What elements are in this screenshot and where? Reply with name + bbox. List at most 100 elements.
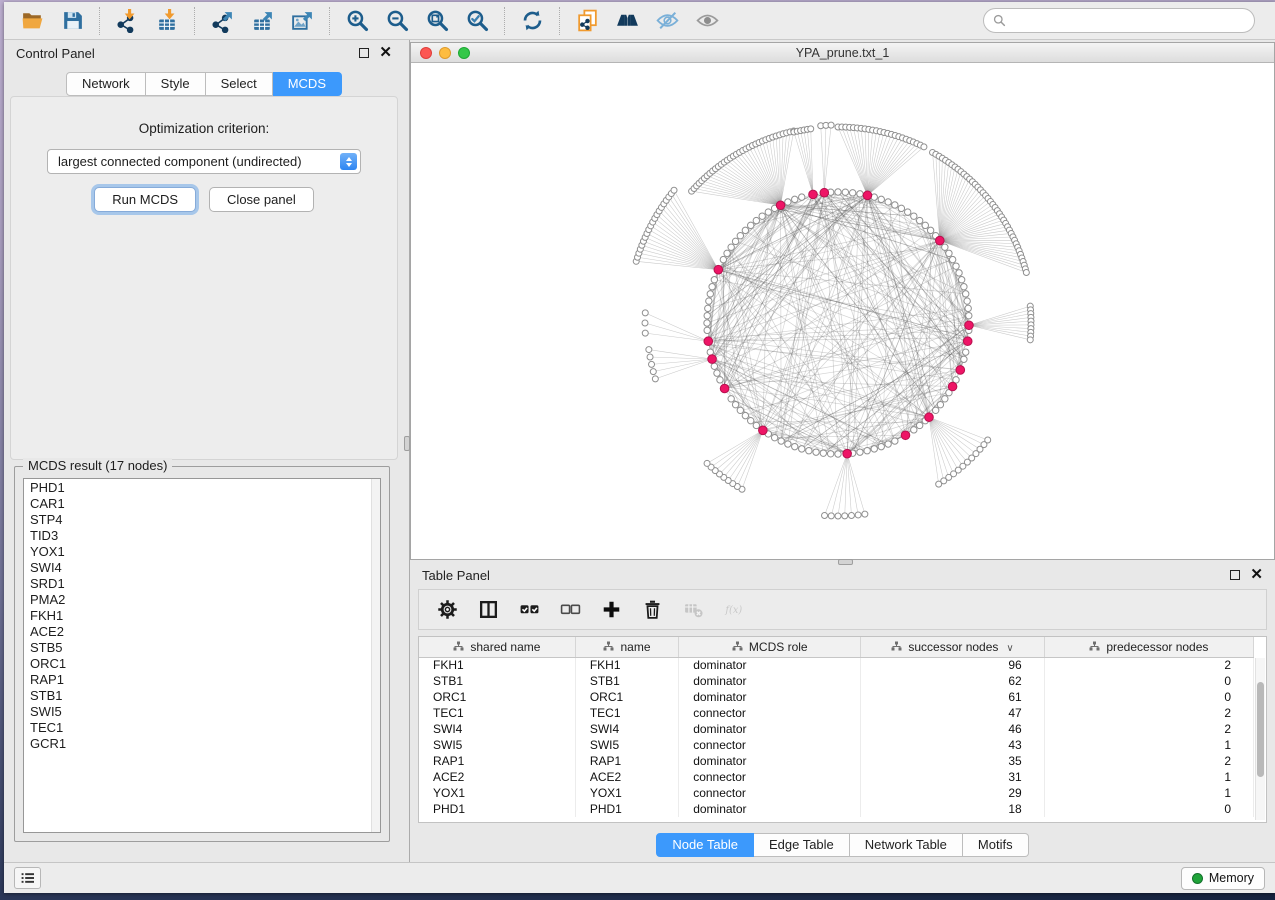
mcds-result-item[interactable]: SRD1 bbox=[25, 576, 370, 592]
network-leaf-node[interactable] bbox=[936, 481, 942, 487]
hide-graphics-details-button[interactable] bbox=[647, 5, 687, 37]
mcds-result-list[interactable]: PHD1CAR1STP4TID3YOX1SWI4SRD1PMA2FKH1ACE2… bbox=[23, 478, 381, 833]
network-node[interactable] bbox=[965, 305, 971, 311]
mcds-result-item[interactable]: FKH1 bbox=[25, 608, 370, 624]
import-table-button[interactable] bbox=[147, 5, 187, 37]
network-dominator-node[interactable] bbox=[936, 236, 945, 245]
network-node[interactable] bbox=[785, 199, 791, 205]
network-leaf-node[interactable] bbox=[828, 513, 834, 519]
network-dominator-node[interactable] bbox=[863, 191, 872, 200]
network-node[interactable] bbox=[937, 401, 943, 407]
network-node[interactable] bbox=[704, 327, 710, 333]
network-node[interactable] bbox=[932, 407, 938, 413]
network-leaf-node[interactable] bbox=[650, 369, 656, 375]
network-dominator-node[interactable] bbox=[720, 384, 729, 393]
network-node[interactable] bbox=[706, 298, 712, 304]
network-leaf-node[interactable] bbox=[921, 144, 927, 150]
network-leaf-node[interactable] bbox=[855, 512, 861, 518]
network-node[interactable] bbox=[857, 191, 863, 197]
network-leaf-node[interactable] bbox=[848, 513, 854, 519]
network-node[interactable] bbox=[864, 448, 870, 454]
network-node[interactable] bbox=[806, 448, 812, 454]
mcds-result-item[interactable]: PMA2 bbox=[25, 592, 370, 608]
window-minimize-icon[interactable] bbox=[439, 47, 451, 59]
network-node[interactable] bbox=[942, 244, 948, 250]
table-row[interactable]: PHD1PHD1dominator180 bbox=[419, 801, 1254, 817]
network-node[interactable] bbox=[827, 451, 833, 457]
mcds-result-item[interactable]: TEC1 bbox=[25, 720, 370, 736]
network-dominator-node[interactable] bbox=[714, 265, 723, 274]
table-row[interactable]: TEC1TEC1connector472 bbox=[419, 705, 1254, 721]
export-network-button[interactable] bbox=[202, 5, 242, 37]
apply-layout-button[interactable] bbox=[512, 5, 552, 37]
network-node[interactable] bbox=[911, 427, 917, 433]
network-node[interactable] bbox=[835, 451, 841, 457]
network-leaf-node[interactable] bbox=[642, 310, 648, 316]
network-dominator-node[interactable] bbox=[809, 190, 818, 199]
column-header-predecessor-nodes[interactable]: predecessor nodes bbox=[1044, 637, 1253, 657]
network-node[interactable] bbox=[753, 422, 759, 428]
network-node[interactable] bbox=[946, 250, 952, 256]
network-leaf-node[interactable] bbox=[835, 513, 841, 519]
mcds-result-item[interactable]: GCR1 bbox=[25, 736, 370, 752]
network-node[interactable] bbox=[898, 205, 904, 211]
mcds-result-item[interactable]: YOX1 bbox=[25, 544, 370, 560]
network-node[interactable] bbox=[732, 238, 738, 244]
network-node[interactable] bbox=[871, 446, 877, 452]
network-node[interactable] bbox=[705, 305, 711, 311]
network-node[interactable] bbox=[961, 356, 967, 362]
network-node[interactable] bbox=[799, 446, 805, 452]
tab-mcds[interactable]: MCDS bbox=[273, 72, 342, 96]
network-dominator-node[interactable] bbox=[708, 355, 717, 364]
network-node[interactable] bbox=[949, 256, 955, 262]
zoom-out-button[interactable] bbox=[377, 5, 417, 37]
float-table-panel-icon[interactable] bbox=[1230, 570, 1240, 580]
network-node[interactable] bbox=[717, 377, 723, 383]
network-node[interactable] bbox=[963, 349, 969, 355]
table-row[interactable]: FKH1FKH1dominator962 bbox=[419, 657, 1254, 673]
network-node[interactable] bbox=[759, 213, 765, 219]
network-leaf-node[interactable] bbox=[808, 126, 814, 132]
network-node[interactable] bbox=[916, 217, 922, 223]
task-history-button[interactable] bbox=[14, 867, 41, 889]
network-node[interactable] bbox=[842, 189, 848, 195]
tab-network-table[interactable]: Network Table bbox=[850, 833, 963, 857]
deselect-all-button[interactable] bbox=[558, 598, 582, 622]
mcds-result-item[interactable]: SWI4 bbox=[25, 560, 370, 576]
tab-node-table[interactable]: Node Table bbox=[656, 833, 754, 857]
network-node[interactable] bbox=[778, 438, 784, 444]
network-node[interactable] bbox=[785, 441, 791, 447]
zoom-in-button[interactable] bbox=[337, 5, 377, 37]
delete-button[interactable] bbox=[640, 598, 664, 622]
run-mcds-button[interactable]: Run MCDS bbox=[94, 187, 196, 212]
network-node[interactable] bbox=[799, 194, 805, 200]
network-leaf-node[interactable] bbox=[862, 511, 868, 517]
show-graphics-details-button[interactable] bbox=[687, 5, 727, 37]
network-node[interactable] bbox=[820, 450, 826, 456]
network-dominator-node[interactable] bbox=[843, 449, 852, 458]
network-node[interactable] bbox=[792, 196, 798, 202]
close-panel-button[interactable]: Close panel bbox=[209, 187, 314, 212]
network-node[interactable] bbox=[711, 277, 717, 283]
network-node[interactable] bbox=[737, 407, 743, 413]
table-scrollbar[interactable] bbox=[1255, 658, 1265, 820]
network-node[interactable] bbox=[849, 190, 855, 196]
network-node[interactable] bbox=[857, 449, 863, 455]
network-node[interactable] bbox=[771, 434, 777, 440]
network-node[interactable] bbox=[878, 196, 884, 202]
show-column-button[interactable] bbox=[476, 598, 500, 622]
network-node[interactable] bbox=[904, 209, 910, 215]
network-dominator-node[interactable] bbox=[965, 321, 974, 330]
network-node[interactable] bbox=[953, 263, 959, 269]
first-neighbors-button[interactable] bbox=[607, 5, 647, 37]
network-node[interactable] bbox=[709, 284, 715, 290]
column-header-shared-name[interactable]: shared name bbox=[419, 637, 575, 657]
network-node[interactable] bbox=[958, 277, 964, 283]
float-panel-icon[interactable] bbox=[359, 48, 369, 58]
window-close-icon[interactable] bbox=[420, 47, 432, 59]
network-node[interactable] bbox=[728, 396, 734, 402]
network-dominator-node[interactable] bbox=[820, 188, 829, 197]
mcds-result-item[interactable]: ORC1 bbox=[25, 656, 370, 672]
network-node[interactable] bbox=[922, 222, 928, 228]
network-node[interactable] bbox=[942, 396, 948, 402]
